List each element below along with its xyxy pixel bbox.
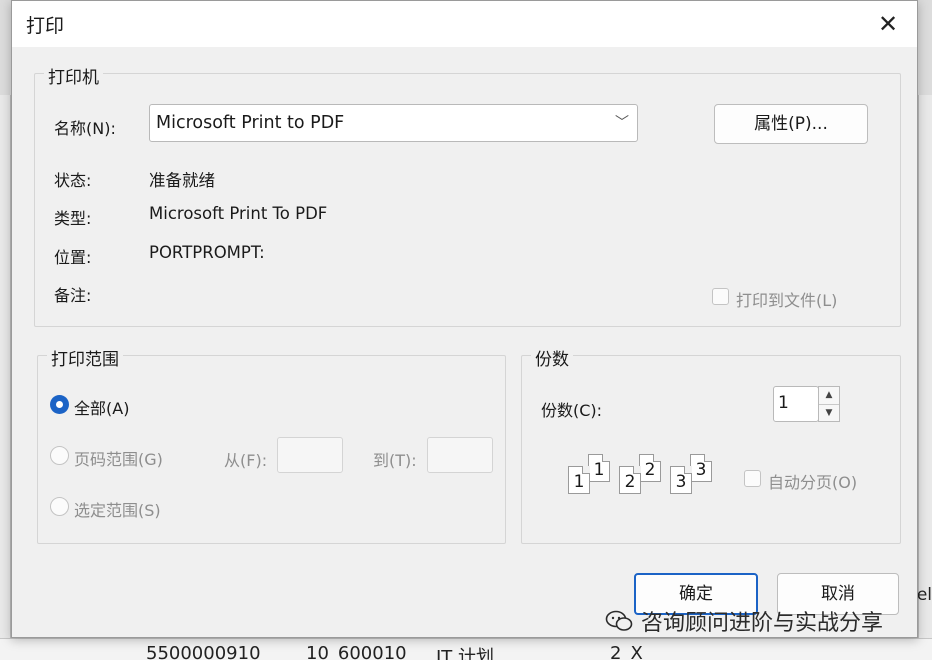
- background-right-strip: [918, 95, 932, 660]
- range-selection-radio[interactable]: [50, 497, 69, 516]
- close-icon[interactable]: ✕: [871, 7, 905, 41]
- printer-name-value: Microsoft Print to PDF: [156, 113, 345, 133]
- collate-page: 1: [568, 466, 590, 494]
- background-cell: 2_X: [610, 643, 643, 660]
- range-all-label: 全部(A): [74, 399, 130, 418]
- from-label: 从(F):: [224, 451, 268, 470]
- location-value: PORTPROMPT:: [149, 243, 265, 262]
- dialog-title: 打印: [26, 15, 65, 37]
- range-selection-label: 选定范围(S): [74, 501, 161, 520]
- watermark: 咨询顾问进阶与实战分享: [605, 605, 883, 637]
- collate-page: 2: [619, 466, 641, 494]
- background-left-strip: [0, 95, 11, 660]
- background-cell: IT 计划: [436, 647, 495, 660]
- spin-up-icon[interactable]: ▲: [819, 387, 839, 404]
- copies-label: 份数(C):: [541, 401, 603, 420]
- printer-name-select[interactable]: Microsoft Print to PDF ﹀: [149, 104, 638, 142]
- range-all-radio[interactable]: [50, 395, 69, 414]
- collate-page: 3: [690, 454, 712, 482]
- collate-illustration: 1 1 2 2 3 3: [568, 454, 718, 498]
- watermark-text: 咨询顾问进阶与实战分享: [641, 611, 884, 636]
- printer-name-label: 名称(N):: [54, 119, 116, 138]
- properties-button[interactable]: 属性(P)...: [714, 104, 868, 144]
- print-to-file-checkbox[interactable]: [712, 288, 729, 305]
- wechat-icon: [605, 610, 633, 631]
- type-value: Microsoft Print To PDF: [149, 204, 328, 223]
- status-label: 状态:: [54, 171, 92, 190]
- print-dialog: 打印 ✕ 打印机 名称(N): Microsoft Print to PDF ﹀…: [11, 0, 918, 638]
- status-value: 准备就绪: [149, 171, 215, 190]
- collate-label: 自动分页(O): [768, 473, 858, 492]
- location-label: 位置:: [54, 248, 92, 267]
- copies-spinner: ▲ ▼: [818, 386, 840, 422]
- copies-group: 份数: [521, 345, 901, 544]
- to-label: 到(T):: [373, 451, 417, 470]
- print-to-file-label: 打印到文件(L): [736, 291, 838, 310]
- collate-page: 3: [670, 466, 692, 494]
- background-edge-text: el: [916, 585, 932, 605]
- to-input[interactable]: [427, 437, 493, 473]
- collate-page: 1: [588, 454, 610, 482]
- range-pages-label: 页码范围(G): [74, 450, 163, 469]
- title-bar: 打印 ✕: [12, 1, 917, 47]
- collate-checkbox[interactable]: [744, 470, 761, 487]
- type-label: 类型:: [54, 209, 92, 228]
- from-input[interactable]: [277, 437, 343, 473]
- background-cell: 10_600010: [306, 643, 407, 660]
- chevron-down-icon: ﹀: [615, 115, 629, 131]
- comment-label: 备注:: [54, 286, 92, 305]
- collate-page: 2: [639, 454, 661, 482]
- background-cell: 5500000910: [146, 643, 261, 660]
- print-range-group-label: 打印范围: [47, 345, 123, 370]
- spin-down-icon[interactable]: ▼: [819, 404, 839, 421]
- range-pages-radio[interactable]: [50, 446, 69, 465]
- printer-group-label: 打印机: [44, 63, 103, 88]
- copies-input[interactable]: 1: [773, 386, 819, 422]
- copies-group-label: 份数: [531, 345, 573, 370]
